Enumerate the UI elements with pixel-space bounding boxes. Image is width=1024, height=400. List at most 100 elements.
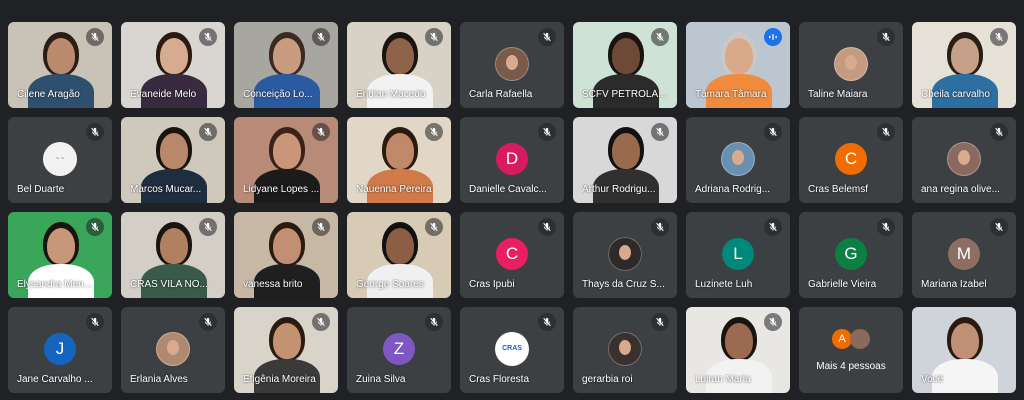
participant-tile[interactable]: M Mariana Izabel [912,212,1016,298]
participant-tile[interactable]: D Danielle Cavalc... [460,117,564,203]
participant-name: Eridian Macedo [356,89,426,100]
mic-muted-icon [86,313,104,331]
mic-muted-icon [764,123,782,141]
avatar [608,237,642,271]
participant-name: Evaneide Melo [130,89,197,100]
participant-name: Jane Carvalho ... [17,374,93,385]
avatar [495,47,529,81]
participant-tile[interactable]: Cilene Aragão [8,22,112,108]
avatar [947,142,981,176]
participant-tile[interactable]: Efigênia Moreira [234,307,338,393]
avatar [834,47,868,81]
mic-muted-icon [199,28,217,46]
participant-name: Gabrielle Vieira [808,279,877,290]
mic-muted-icon [312,28,330,46]
mic-muted-icon [425,218,443,236]
mic-muted-icon [990,123,1008,141]
mic-muted-icon [538,28,556,46]
mic-muted-icon [425,313,443,331]
participant-tile[interactable]: George Soares [347,212,451,298]
participant-tile[interactable]: CRAS VILA NO... [121,212,225,298]
participant-tile[interactable]: Marcos Mucar... [121,117,225,203]
mic-muted-icon [312,218,330,236]
participant-name: Zuina Silva [356,374,406,385]
participant-name: CRAS VILA NO... [130,279,208,290]
participant-name: gerarbia roi [582,374,633,385]
participant-tile[interactable]: CRAS Cras Floresta [460,307,564,393]
participant-name: Carla Rafaella [469,89,533,100]
participant-name: Cras Floresta [469,374,530,385]
participant-tile[interactable]: Cheila carvalho [912,22,1016,108]
participant-name: Luzinete Luh [695,279,753,290]
participant-tile[interactable]: Luiran Maria [686,307,790,393]
participant-tile[interactable]: Elysandra Men... [8,212,112,298]
mic-muted-icon [877,28,895,46]
participant-tile[interactable]: Carla Rafaella [460,22,564,108]
participant-name: Luiran Maria [695,374,751,385]
participant-tile[interactable]: A Mais 4 pessoas [799,307,903,393]
participant-name: Taline Maiara [808,89,868,100]
participant-tile[interactable]: Adriana Rodrig... [686,117,790,203]
participant-tile[interactable]: J Jane Carvalho ... [8,307,112,393]
participant-name: Bel Duarte [17,184,65,195]
participant-tile[interactable]: Lidyane Lopes ... [234,117,338,203]
participant-tile[interactable]: Evaneide Melo [121,22,225,108]
participant-tile[interactable]: ~ ~ Bel Duarte [8,117,112,203]
mic-muted-icon [538,123,556,141]
mic-muted-icon [538,218,556,236]
avatar [156,332,190,366]
participant-name: ana regina olive... [921,184,1000,195]
avatar: M [948,238,980,270]
mic-muted-icon [990,28,1008,46]
avatar: C [496,238,528,270]
participant-name: Elysandra Men... [17,279,93,290]
mic-muted-icon [312,313,330,331]
avatar: Z [383,333,415,365]
participant-tile[interactable]: Z Zuina Silva [347,307,451,393]
participant-tile[interactable]: Taline Maiara [799,22,903,108]
participant-name: Marcos Mucar... [130,184,202,195]
participant-tile[interactable]: SCFV PETROLA... [573,22,677,108]
mic-muted-icon [199,313,217,331]
participant-name: SCFV PETROLA... [582,89,667,100]
participant-tile[interactable]: Conceição Lo... [234,22,338,108]
avatar: J [44,333,76,365]
participant-name: vanessa brito [243,279,303,290]
participant-tile[interactable]: Thays da Cruz S... [573,212,677,298]
participant-name: George Soares [356,279,424,290]
participant-name: Mariana Izabel [921,279,987,290]
participant-name: Arthur Rodrigu... [582,184,656,195]
avatar [608,332,642,366]
mic-muted-icon [877,123,895,141]
mic-muted-icon [425,28,443,46]
participant-name: Cras Belemsf [808,184,869,195]
mic-muted-icon [86,123,104,141]
participant-name: Erlania Alves [130,374,188,385]
participant-tile[interactable]: G Gabrielle Vieira [799,212,903,298]
participant-name: Thays da Cruz S... [582,279,665,290]
more-participants-label: Mais 4 pessoas [816,361,886,372]
participant-tile[interactable]: Erlania Alves [121,307,225,393]
participant-tile[interactable]: vanessa brito [234,212,338,298]
mic-muted-icon [764,313,782,331]
mic-muted-icon [877,218,895,236]
participant-tile[interactable]: C Cras Ipubi [460,212,564,298]
participant-tile[interactable]: Nauenna Pereira [347,117,451,203]
mic-muted-icon [538,313,556,331]
participant-name: Cras Ipubi [469,279,515,290]
mic-active-icon [764,28,782,46]
participant-tile[interactable]: Tâmara Tâmara [686,22,790,108]
participant-tile[interactable]: Você [912,307,1016,393]
participant-tile[interactable]: ana regina olive... [912,117,1016,203]
avatar: G [835,238,867,270]
mic-muted-icon [86,28,104,46]
participant-tile[interactable]: gerarbia roi [573,307,677,393]
participant-tile[interactable]: L Luzinete Luh [686,212,790,298]
more-participants-avatars: A [799,329,903,349]
participant-tile[interactable]: C Cras Belemsf [799,117,903,203]
participant-name: Conceição Lo... [243,89,313,100]
mic-muted-icon [990,218,1008,236]
participant-name: Efigênia Moreira [243,374,316,385]
participant-tile[interactable]: Eridian Macedo [347,22,451,108]
participant-tile[interactable]: Arthur Rodrigu... [573,117,677,203]
